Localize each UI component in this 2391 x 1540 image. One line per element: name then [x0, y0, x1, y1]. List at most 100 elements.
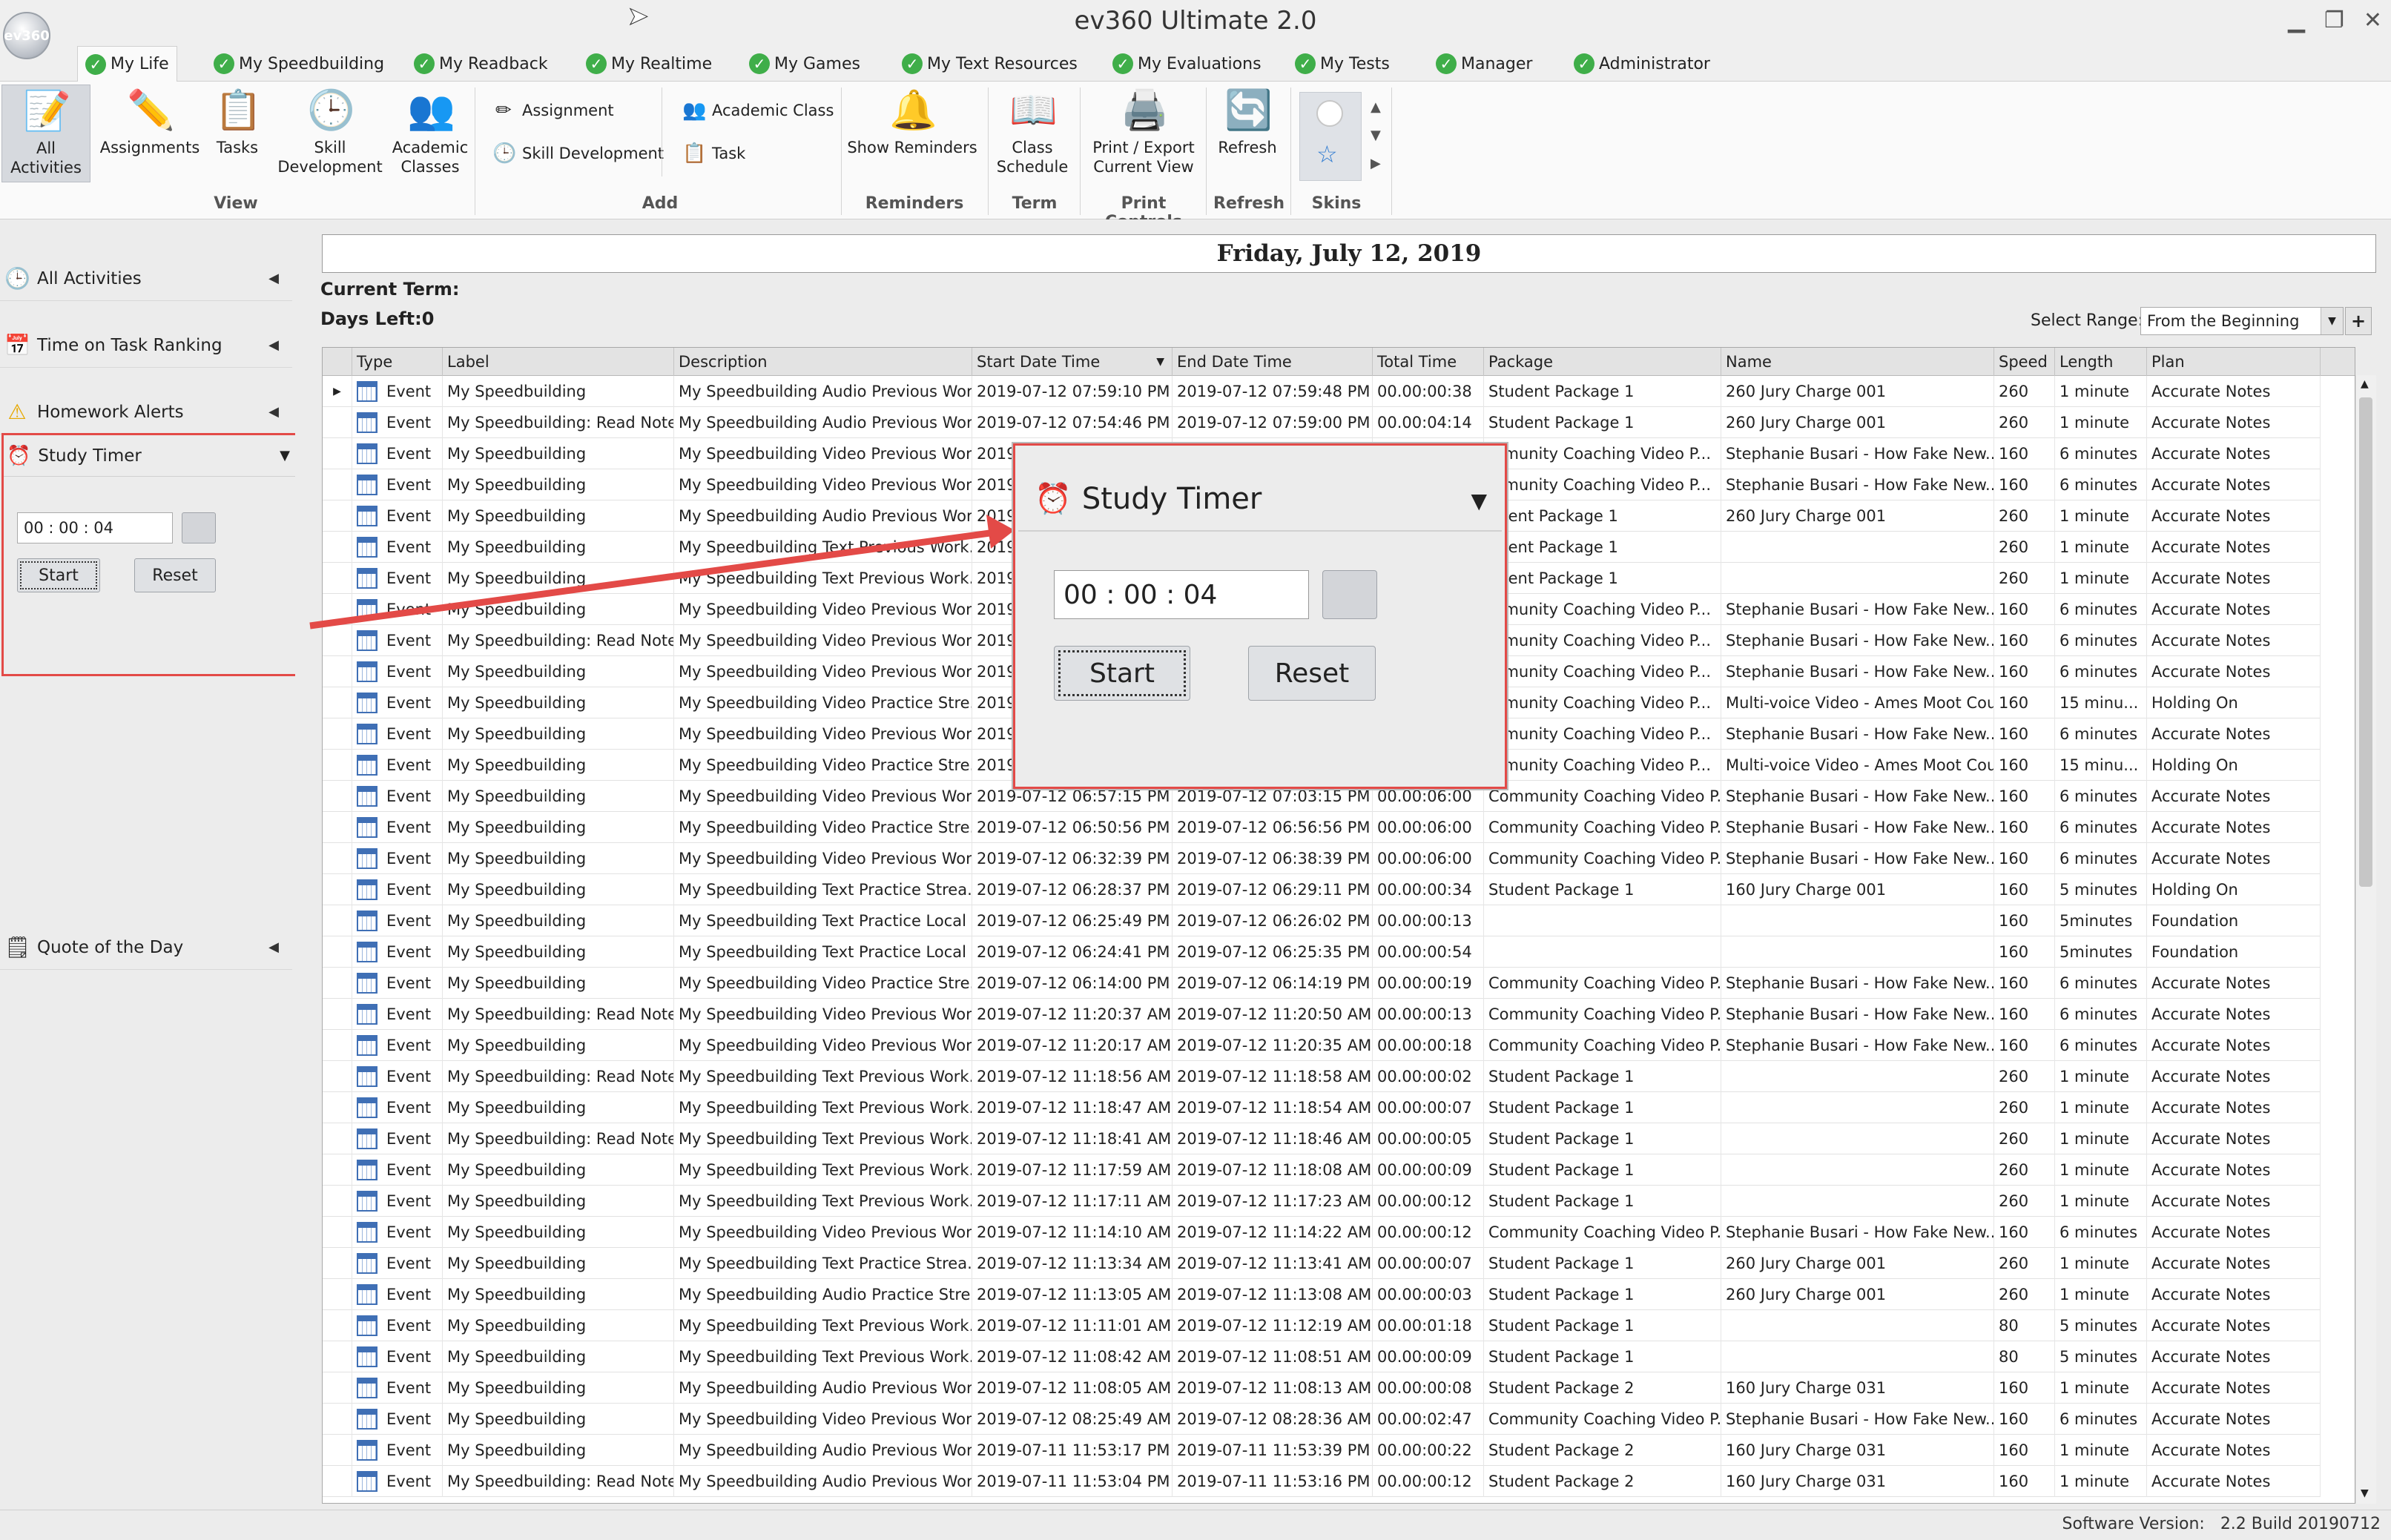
row-indicator[interactable]: [323, 936, 352, 968]
scrollbar-thumb[interactable]: [2359, 397, 2372, 887]
zoom-timer-color-button[interactable]: [1322, 570, 1377, 619]
row-indicator[interactable]: [323, 687, 352, 718]
timer-color-button[interactable]: [182, 512, 216, 543]
tasks-button[interactable]: 📋 Tasks: [209, 87, 266, 157]
row-indicator[interactable]: [323, 1154, 352, 1186]
tab-my-speedbuilding[interactable]: ✓ My Speedbuilding: [206, 46, 392, 82]
all-activities-button[interactable]: 📝 All Activities: [1, 85, 90, 182]
tab-manager[interactable]: ✓ Manager: [1428, 46, 1540, 82]
sidebar-item-all-activities[interactable]: 🕒 All Activities ◀: [0, 257, 292, 301]
tab-my-tests[interactable]: ✓ My Tests: [1287, 46, 1397, 82]
table-row[interactable]: Event My Speedbuilding My Speedbuilding Te…: [323, 874, 2321, 905]
table-row[interactable]: Event My Speedbuilding My Speedbuilding Te…: [323, 1248, 2321, 1279]
skins-scroll[interactable]: ▲ ▼ ▶: [1371, 93, 1381, 178]
row-indicator[interactable]: [323, 750, 352, 781]
chevron-down-icon[interactable]: ▼: [2321, 308, 2343, 334]
select-range-dropdown[interactable]: From the Beginning ▼: [2140, 307, 2344, 335]
sort-arrow-icon[interactable]: ▼: [1156, 356, 1164, 368]
table-row[interactable]: Event My Speedbuilding My Speedbuilding Te…: [323, 905, 2321, 936]
row-indicator[interactable]: [323, 874, 352, 905]
table-row[interactable]: Event My Speedbuilding My Speedbuilding Vi…: [323, 1217, 2321, 1248]
zoom-start-button[interactable]: Start: [1054, 646, 1190, 701]
zoom-reset-button[interactable]: Reset: [1248, 646, 1376, 701]
row-indicator[interactable]: [323, 1248, 352, 1279]
row-indicator[interactable]: [323, 594, 352, 625]
table-row[interactable]: Event My Speedbuilding My Speedbuilding Te…: [323, 1154, 2321, 1186]
table-row[interactable]: Event My Speedbuilding My Speedbuilding Te…: [323, 1310, 2321, 1341]
add-skill-development-button[interactable]: 🕒 Skill Development: [492, 142, 664, 165]
sidebar-item-homework-alerts[interactable]: ⚠ Homework Alerts ◀: [0, 390, 292, 434]
print-export-button[interactable]: 🖨️ Print / Export Current View: [1084, 87, 1203, 176]
table-row[interactable]: Event My Speedbuilding: Read Notes My Spee…: [323, 1061, 2321, 1092]
row-indicator[interactable]: [323, 1404, 352, 1435]
row-indicator[interactable]: [323, 905, 352, 936]
zoom-timer-display[interactable]: 00 : 00 : 04: [1054, 570, 1309, 619]
close-button[interactable]: ✕: [2364, 7, 2382, 33]
table-row[interactable]: Event My Speedbuilding My Speedbuilding Te…: [323, 1186, 2321, 1217]
row-indicator[interactable]: [323, 1466, 352, 1497]
scroll-up-icon[interactable]: ▲: [2361, 378, 2369, 390]
row-indicator[interactable]: [323, 438, 352, 469]
table-row[interactable]: Event My Speedbuilding My Speedbuilding Te…: [323, 1341, 2321, 1372]
maximize-button[interactable]: ❐: [2324, 7, 2344, 33]
row-indicator[interactable]: [323, 1310, 352, 1341]
timer-reset-button[interactable]: Reset: [134, 558, 216, 592]
show-reminders-button[interactable]: 🔔 Show Reminders: [847, 87, 977, 157]
row-indicator[interactable]: [323, 1279, 352, 1310]
skill-development-button[interactable]: 🕒 Skill Development: [276, 87, 384, 176]
table-row[interactable]: Event My Speedbuilding: Read Notes My Spee…: [323, 1123, 2321, 1154]
vertical-scrollbar[interactable]: ▲ ▼: [2355, 375, 2376, 1504]
tab-my-life[interactable]: ✓ My Life: [77, 46, 177, 82]
add-assignment-button[interactable]: ✏ Assignment: [492, 99, 614, 122]
study-timer-header[interactable]: ⏰ Study Timer ▼: [4, 435, 303, 477]
expand-arrow-icon[interactable]: ▼: [1471, 489, 1487, 513]
table-row[interactable]: Event My Speedbuilding My Speedbuilding Vi…: [323, 1030, 2321, 1061]
column-header-total-time[interactable]: Total Time: [1373, 348, 1484, 376]
skin-light-icon[interactable]: [1316, 100, 1343, 127]
row-indicator[interactable]: [323, 1341, 352, 1372]
table-row[interactable]: Event My Speedbuilding My Speedbuilding Au…: [323, 1372, 2321, 1404]
class-schedule-button[interactable]: 📖 Class Schedule: [992, 87, 1072, 176]
scroll-down-icon[interactable]: ▼: [2361, 1487, 2369, 1499]
column-header-start-date-time[interactable]: Start Date Time ▼: [972, 348, 1173, 376]
column-header-label[interactable]: Label: [443, 348, 674, 376]
table-row[interactable]: Event My Speedbuilding My Speedbuilding Vi…: [323, 1404, 2321, 1435]
row-indicator[interactable]: [323, 532, 352, 563]
row-indicator[interactable]: [323, 843, 352, 874]
tab-administrator[interactable]: ✓ Administrator: [1566, 46, 1718, 82]
table-row[interactable]: Event My Speedbuilding: Read Notes My Spee…: [323, 407, 2321, 438]
row-indicator[interactable]: [323, 999, 352, 1030]
row-indicator[interactable]: [323, 1061, 352, 1092]
row-indicator[interactable]: [323, 563, 352, 594]
add-range-button[interactable]: +: [2345, 307, 2372, 335]
refresh-button[interactable]: 🔄 Refresh: [1210, 87, 1284, 157]
column-header-end-date-time[interactable]: End Date Time: [1173, 348, 1373, 376]
row-indicator[interactable]: [323, 469, 352, 500]
column-header-length[interactable]: Length: [2055, 348, 2147, 376]
row-indicator[interactable]: [323, 968, 352, 999]
row-indicator[interactable]: [323, 656, 352, 687]
row-indicator[interactable]: [323, 781, 352, 812]
column-header-type[interactable]: Type: [352, 348, 443, 376]
tab-my-realtime[interactable]: ✓ My Realtime: [578, 46, 719, 82]
academic-classes-button[interactable]: 👥 Academic Classes: [389, 87, 472, 176]
table-row[interactable]: Event My Speedbuilding My Speedbuilding Te…: [323, 936, 2321, 968]
table-row[interactable]: Event My Speedbuilding My Speedbuilding Au…: [323, 1435, 2321, 1466]
table-row[interactable]: Event My Speedbuilding My Speedbuilding Vi…: [323, 812, 2321, 843]
tab-my-games[interactable]: ✓ My Games: [742, 46, 868, 82]
column-header-package[interactable]: Package: [1484, 348, 1721, 376]
expand-arrow-icon[interactable]: ▼: [280, 448, 290, 463]
skin-star-icon[interactable]: ☆: [1316, 140, 1338, 168]
table-row[interactable]: Event My Speedbuilding My Speedbuilding Vi…: [323, 968, 2321, 999]
column-header-description[interactable]: Description: [674, 348, 972, 376]
row-indicator[interactable]: [323, 1372, 352, 1404]
table-row[interactable]: Event My Speedbuilding My Speedbuilding Vi…: [323, 843, 2321, 874]
table-row[interactable]: Event My Speedbuilding: Read Notes My Spee…: [323, 1466, 2321, 1497]
row-indicator[interactable]: [323, 1435, 352, 1466]
collapse-arrow-icon[interactable]: ◀: [268, 271, 279, 286]
sidebar-item-quote-of-the-day[interactable]: 🗒 Quote of the Day ◀: [0, 925, 292, 970]
table-row[interactable]: Event My Speedbuilding My Speedbuilding Au…: [323, 1279, 2321, 1310]
collapse-arrow-icon[interactable]: ◀: [268, 404, 279, 420]
row-indicator[interactable]: [323, 1186, 352, 1217]
minimize-button[interactable]: ▁: [2288, 7, 2305, 33]
